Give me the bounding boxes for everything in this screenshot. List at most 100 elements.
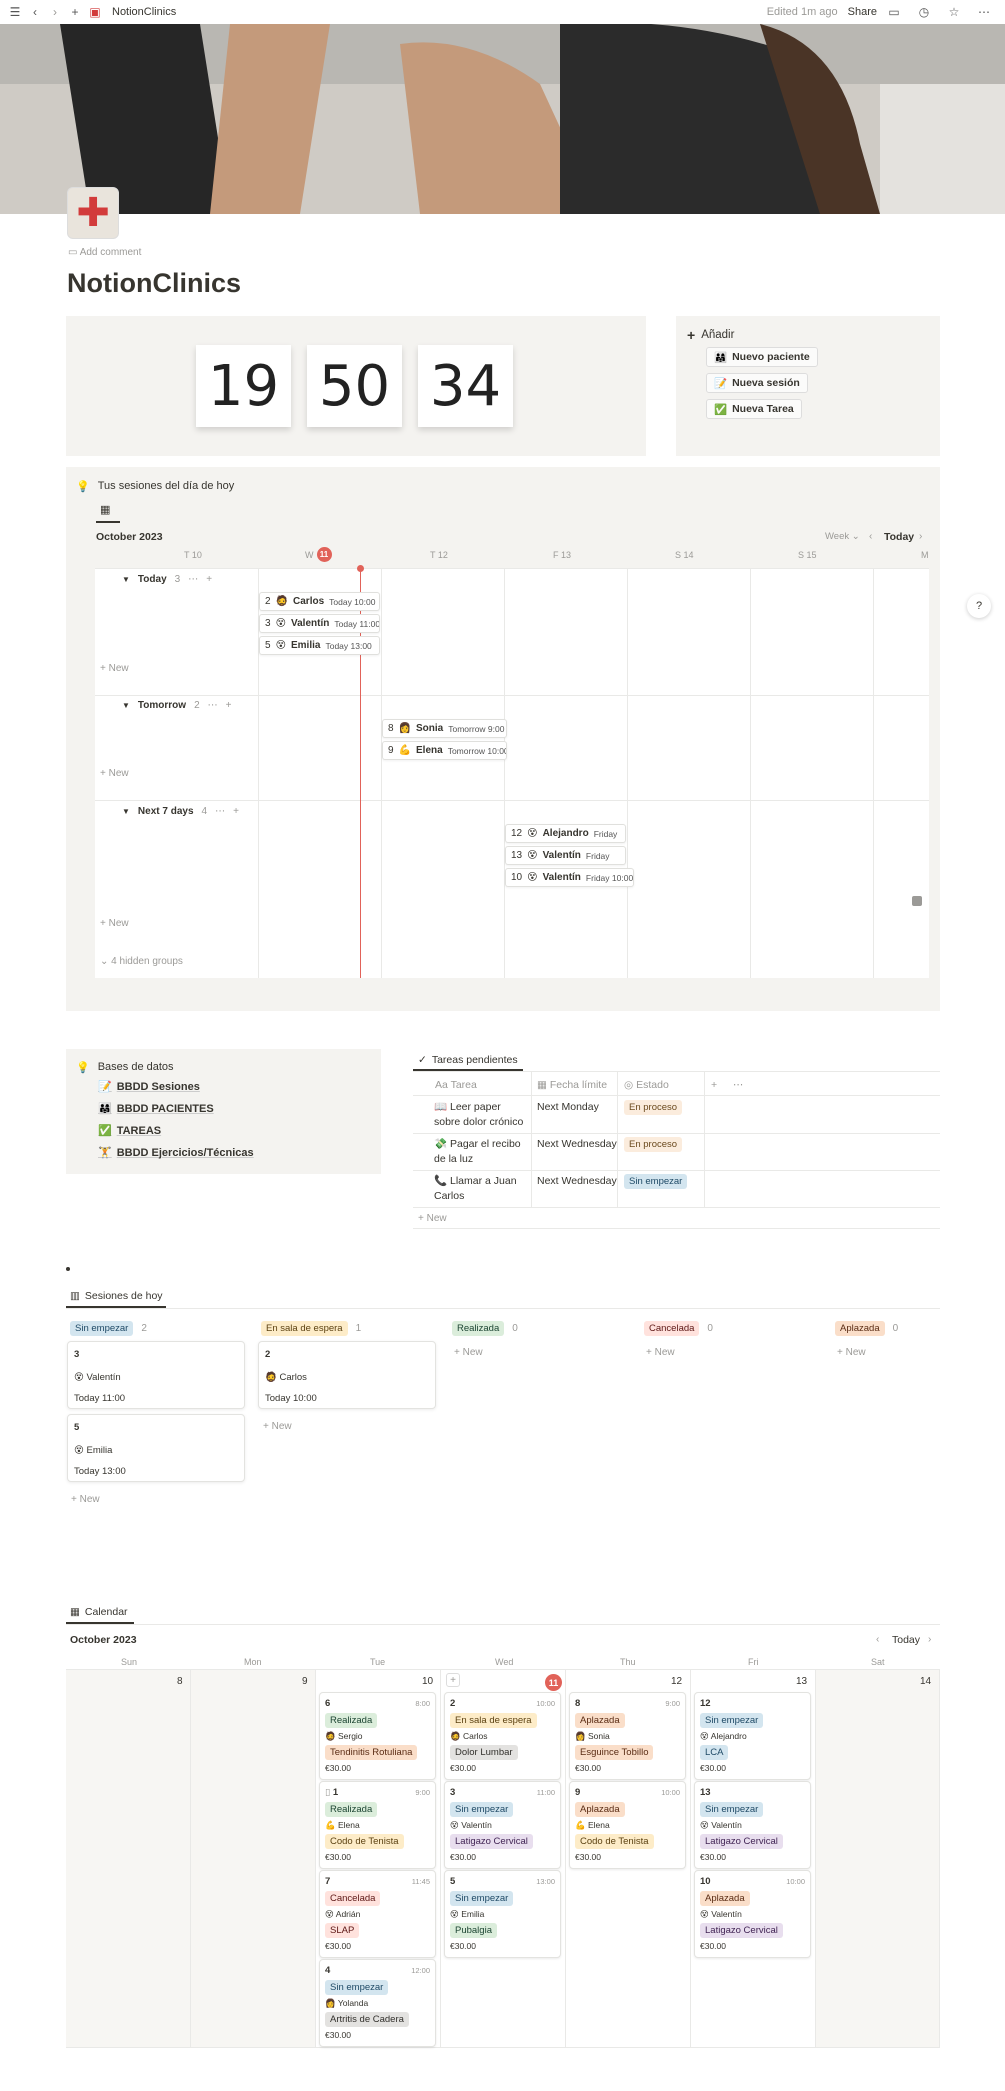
cal-event-card[interactable]: 4 12:00 Sin empezar 👩 Yolanda Artritis d… <box>319 1959 436 2047</box>
week-event[interactable]: 5 😵 Emilia Today 13:00 <box>259 636 380 655</box>
cal-day-cell[interactable] <box>66 1670 191 2048</box>
task-cell[interactable]: 📞 Llamar a Juan Carlos <box>434 1174 528 1204</box>
db-link-sesiones[interactable]: 📝 BBDD Sesiones <box>98 1080 200 1094</box>
more-icon[interactable]: ⋯ <box>977 5 991 19</box>
col-header-estado[interactable]: ◎ Estado <box>624 1078 669 1093</box>
add-icon[interactable]: + <box>233 806 239 817</box>
clock-icon[interactable]: ◷ <box>917 5 931 19</box>
back-icon[interactable]: ‹ <box>28 5 42 19</box>
more-icon[interactable]: ⋯ <box>188 574 198 585</box>
board-icon: ▥ <box>70 1290 80 1302</box>
cal-event-card[interactable]: ▯ 1 9:00 Realizada 💪 Elena Codo de Tenis… <box>319 1781 436 1869</box>
board-col-aplazada[interactable]: Aplazada 0 <box>835 1321 898 1336</box>
week-event[interactable]: 12 😵 Alejandro Friday <box>505 824 626 843</box>
week-event[interactable]: 8 👩 Sonia Tomorrow 9:00 <box>382 719 507 738</box>
week-event[interactable]: 10 😵 Valentín Friday 10:00 <box>505 868 634 887</box>
add-column-icon[interactable]: + <box>711 1078 717 1093</box>
db-link-tareas[interactable]: ✅ TAREAS <box>98 1124 161 1138</box>
cal-event-card[interactable]: 6 8:00 Realizada 🧔 Sergio Tendinitis Rot… <box>319 1692 436 1780</box>
add-comment-button[interactable]: ▭ Add comment <box>68 247 141 258</box>
more-icon[interactable]: ⋯ <box>733 1078 744 1093</box>
week-event[interactable]: 13 😵 Valentín Friday <box>505 846 626 865</box>
cal-event-card[interactable]: 7 11:45 Cancelada 😵 Adrián SLAP €30.00 <box>319 1870 436 1958</box>
new-task-row[interactable]: + New <box>418 1213 447 1224</box>
calendar-view-tab[interactable]: ▦ <box>100 503 110 516</box>
add-icon[interactable]: + <box>206 574 212 585</box>
next-week-icon[interactable]: › <box>919 531 922 542</box>
star-icon[interactable]: ☆ <box>947 5 961 19</box>
prev-icon[interactable]: ‹ <box>876 1634 879 1645</box>
breadcrumb-title[interactable]: NotionClinics <box>112 6 176 18</box>
cal-day-cell[interactable] <box>191 1670 316 2048</box>
task-date[interactable]: Next Wednesday <box>537 1137 617 1152</box>
board-card[interactable]: 3 😵 Valentín Today 11:00 <box>67 1341 245 1409</box>
task-status[interactable]: Sin empezar <box>624 1174 688 1189</box>
cal-event-card[interactable]: 5 13:00 Sin empezar 😵 Emilia Pubalgia €3… <box>444 1870 561 1958</box>
cal-event-card[interactable]: 3 11:00 Sin empezar 😵 Valentín Latigazo … <box>444 1781 561 1869</box>
board-col-en-sala[interactable]: En sala de espera 1 <box>261 1321 361 1336</box>
share-button[interactable]: Share <box>848 6 877 18</box>
board-card[interactable]: 5 😵 Emilia Today 13:00 <box>67 1414 245 1482</box>
cal-event-card[interactable]: 12 Sin empezar 😵 Alejandro LCA €30.00 <box>694 1692 811 1780</box>
board-new-button[interactable]: + New <box>454 1347 483 1358</box>
week-event[interactable]: 3 😵 Valentín Today 11:00 <box>259 614 380 633</box>
cal-event-card[interactable]: 8 9:00 Aplazada 👩 Sonia Esguince Tobillo… <box>569 1692 686 1780</box>
task-status[interactable]: En proceso <box>624 1137 683 1152</box>
more-icon[interactable]: ⋯ <box>215 806 225 817</box>
group-today[interactable]: ▼ Today 3 ⋯ + <box>122 574 212 585</box>
board-col-sin-empezar[interactable]: Sin empezar 2 <box>70 1321 147 1336</box>
cal-event-card[interactable]: 10 10:00 Aplazada 😵 Valentín Latigazo Ce… <box>694 1870 811 1958</box>
db-link-pacientes[interactable]: 👨‍👩‍👧 BBDD PACIENTES <box>98 1102 214 1116</box>
new-session-button[interactable]: 📝 Nueva sesión <box>706 373 808 393</box>
task-date[interactable]: Next Monday <box>537 1100 599 1115</box>
cal-event-card[interactable]: 2 10:00 En sala de espera 🧔 Carlos Dolor… <box>444 1692 561 1780</box>
calendar-today-button[interactable]: Today <box>892 1634 920 1646</box>
board-new-button[interactable]: + New <box>837 1347 866 1358</box>
task-cell[interactable]: 📖 Leer paper sobre dolor crónico <box>434 1100 528 1130</box>
db-link-ejercicios[interactable]: 🏋️ BBDD Ejercicios/Técnicas <box>98 1146 254 1160</box>
week-today-button[interactable]: Today <box>884 531 914 543</box>
expand-icon[interactable] <box>912 896 922 906</box>
new-row-button[interactable]: + New <box>100 918 129 929</box>
cal-day-cell[interactable] <box>816 1670 940 2048</box>
page-title[interactable]: NotionClinics <box>67 268 241 299</box>
week-event[interactable]: 2 🧔 Carlos Today 10:00 <box>259 592 380 611</box>
cal-event-card[interactable]: 9 10:00 Aplazada 💪 Elena Codo de Tenista… <box>569 1781 686 1869</box>
tab-tareas-pendientes[interactable]: ✓ Tareas pendientes <box>418 1054 518 1066</box>
add-event-icon[interactable]: + <box>446 1673 460 1687</box>
board-new-button[interactable]: + New <box>646 1347 675 1358</box>
page-hospital-icon[interactable]: ✚ <box>67 187 119 239</box>
plus-icon[interactable]: + <box>68 5 82 19</box>
forward-icon[interactable]: › <box>48 5 62 19</box>
task-cell[interactable]: 💸 Pagar el recibo de la luz <box>434 1137 528 1167</box>
new-patient-button[interactable]: 👨‍👩‍👧 Nuevo paciente <box>706 347 818 367</box>
prev-week-icon[interactable]: ‹ <box>869 531 872 542</box>
col-header-tarea[interactable]: Aa Tarea <box>435 1078 477 1093</box>
menu-icon[interactable]: ☰ <box>8 5 22 19</box>
board-card[interactable]: 2 🧔 Carlos Today 10:00 <box>258 1341 436 1409</box>
help-button[interactable]: ? <box>967 594 991 618</box>
board-col-realizada[interactable]: Realizada 0 <box>452 1321 518 1336</box>
tab-calendar[interactable]: ▦ Calendar <box>70 1606 128 1618</box>
hidden-groups-toggle[interactable]: ⌄ 4 hidden groups <box>100 956 183 967</box>
more-icon[interactable]: ⋯ <box>208 700 218 711</box>
group-tomorrow[interactable]: ▼ Tomorrow 2 ⋯ + <box>122 700 231 711</box>
board-new-button[interactable]: + New <box>263 1421 292 1432</box>
week-event[interactable]: 9 💪 Elena Tomorrow 10:00 <box>382 741 507 760</box>
next-icon[interactable]: › <box>928 1634 931 1645</box>
col-header-fecha[interactable]: ▦ Fecha límite <box>537 1078 607 1093</box>
task-date[interactable]: Next Wednesday <box>537 1174 617 1189</box>
cal-date: 10 <box>422 1676 434 1687</box>
new-row-button[interactable]: + New <box>100 768 129 779</box>
cal-event-card[interactable]: 13 Sin empezar 😵 Valentín Latigazo Cervi… <box>694 1781 811 1869</box>
board-col-cancelada[interactable]: Cancelada 0 <box>644 1321 713 1336</box>
tab-sesiones-de-hoy[interactable]: ▥ Sesiones de hoy <box>70 1290 163 1302</box>
task-status[interactable]: En proceso <box>624 1100 683 1115</box>
week-view-select[interactable]: Week ⌄ <box>825 531 860 542</box>
new-row-button[interactable]: + New <box>100 663 129 674</box>
comment-icon[interactable]: ▭ <box>887 5 901 19</box>
board-new-button[interactable]: + New <box>71 1494 100 1505</box>
group-next-7-days[interactable]: ▼ Next 7 days 4 ⋯ + <box>122 806 239 817</box>
add-icon[interactable]: + <box>226 700 232 711</box>
new-task-button[interactable]: ✅ Nueva Tarea <box>706 399 802 419</box>
